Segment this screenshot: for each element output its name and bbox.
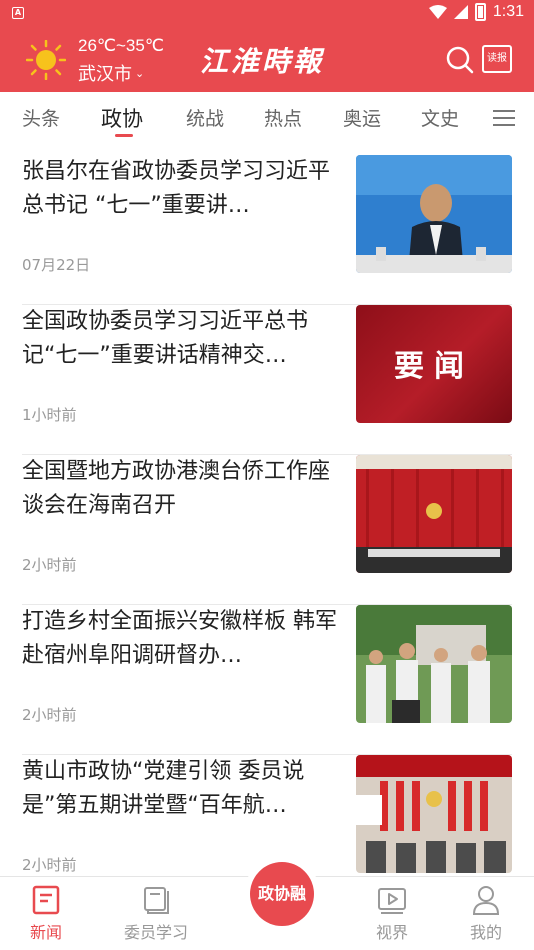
tab-olympics[interactable]: 奥运 <box>343 104 381 131</box>
tab-history[interactable]: 文史 <box>421 104 459 131</box>
app-logo: 江淮時報 <box>200 45 325 78</box>
nav-mine[interactable]: 我的 <box>446 877 526 950</box>
news-title: 张昌尔在省政协委员学习习近平总书记 “七一”重要讲… <box>22 159 331 218</box>
news-title: 全国暨地方政协港澳台侨工作座谈会在海南召开 <box>22 459 331 518</box>
app-notification-icon: A <box>12 7 24 19</box>
news-time: 1小时前 <box>22 406 77 424</box>
chevron-down-icon: ⌄ <box>135 67 145 80</box>
city-selector[interactable]: 武汉市 ⌄ <box>78 60 144 86</box>
news-title: 全国政协委员学习习近平总书记“七一”重要讲话精神交… <box>22 309 309 368</box>
news-thumbnail-image <box>356 455 512 573</box>
nav-study[interactable]: 委员学习 <box>116 877 196 950</box>
news-item[interactable]: 打造乡村全面振兴安徽样板 韩军赴宿州阜阳调研督办… 2小时前 <box>22 605 512 755</box>
news-thumbnail-image <box>356 605 512 723</box>
news-item[interactable]: 张昌尔在省政协委员学习习近平总书记 “七一”重要讲… 07月22日 <box>22 155 512 305</box>
nav-study-label: 委员学习 <box>123 923 188 942</box>
wifi-icon <box>428 5 447 19</box>
news-title: 黄山市政协“党建引领 委员说是”第五期讲堂暨“百年航… <box>22 759 305 818</box>
cppcc-center-button[interactable]: 政协融 <box>250 862 314 926</box>
tab-united-front[interactable]: 统战 <box>186 104 224 131</box>
news-time: 2小时前 <box>22 856 77 874</box>
nav-news[interactable]: 新闻 <box>6 877 86 950</box>
tab-cppcc[interactable]: 政协 <box>101 103 143 133</box>
news-time: 2小时前 <box>22 706 77 724</box>
sunny-weather-icon <box>26 40 66 80</box>
news-time: 07月22日 <box>22 256 91 274</box>
nav-vision-label: 视界 <box>375 923 408 942</box>
channel-tabs: 头条 政协 统战 热点 奥运 文史 <box>0 92 534 142</box>
active-tab-indicator <box>115 134 133 137</box>
news-thumbnail-image: 要闻 <box>356 305 512 423</box>
user-icon <box>472 886 500 915</box>
read-paper-button[interactable]: 读报 <box>482 45 512 73</box>
news-title: 打造乡村全面振兴安徽样板 韩军赴宿州阜阳调研督办… <box>22 609 337 668</box>
news-time: 2小时前 <box>22 556 77 574</box>
news-icon <box>32 885 60 915</box>
book-icon <box>144 887 169 914</box>
tab-hot[interactable]: 热点 <box>264 104 302 131</box>
thumbnail-caption: 要闻 <box>394 349 474 384</box>
signal-icon <box>453 5 468 19</box>
video-play-icon <box>378 888 406 914</box>
news-item[interactable]: 全国暨地方政协港澳台侨工作座谈会在海南召开 2小时前 <box>22 455 512 605</box>
tab-headline[interactable]: 头条 <box>22 104 60 131</box>
system-tray: 1:31 <box>428 3 524 21</box>
news-item[interactable]: 全国政协委员学习习近平总书记“七一”重要讲话精神交… 1小时前 要闻 <box>22 305 512 455</box>
nav-mine-label: 我的 <box>469 923 502 942</box>
app-header: 26℃~35℃ 武汉市 ⌄ 江淮時報 读报 <box>0 28 534 92</box>
nav-vision[interactable]: 视界 <box>352 877 432 950</box>
search-icon[interactable] <box>445 45 475 75</box>
news-thumbnail-image <box>356 155 512 273</box>
status-bar: A 1:31 <box>0 0 534 28</box>
clock: 1:31 <box>492 3 524 20</box>
menu-icon[interactable] <box>493 110 515 126</box>
nav-news-label: 新闻 <box>29 923 62 942</box>
weather-temperature: 26℃~35℃ <box>78 36 164 55</box>
battery-icon <box>474 3 486 21</box>
news-thumbnail-image <box>356 755 512 873</box>
city-label: 武汉市 <box>78 64 132 85</box>
